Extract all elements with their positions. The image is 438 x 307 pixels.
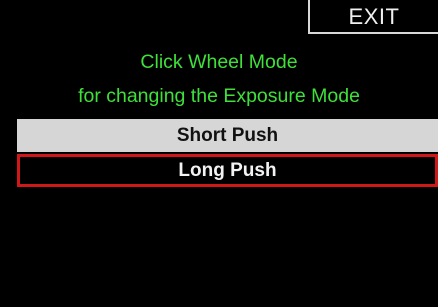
option-short-push[interactable]: Short Push — [17, 119, 438, 152]
camera-menu-screen: EXIT Click Wheel Mode for changing the E… — [0, 0, 438, 307]
option-list: Short Push Long Push — [17, 119, 438, 189]
exit-button[interactable]: EXIT — [308, 0, 438, 34]
menu-header: Click Wheel Mode for changing the Exposu… — [0, 45, 438, 113]
menu-subtitle: for changing the Exposure Mode — [78, 85, 360, 107]
menu-title: Click Wheel Mode — [140, 51, 298, 73]
option-long-push[interactable]: Long Push — [17, 154, 438, 187]
